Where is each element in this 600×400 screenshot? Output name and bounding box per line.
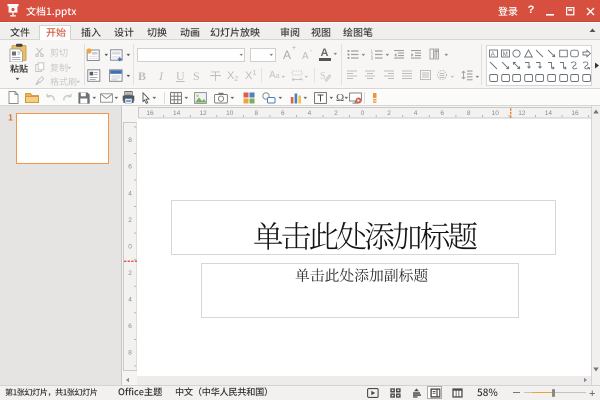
svg-text:0: 0	[361, 110, 365, 117]
svg-text:8: 8	[128, 350, 132, 357]
svg-text:10: 10	[492, 110, 500, 117]
svg-text:8: 8	[467, 110, 471, 117]
svg-text:4: 4	[308, 110, 312, 117]
svg-text:0: 0	[128, 243, 132, 250]
svg-text:14: 14	[545, 110, 553, 117]
svg-text:12: 12	[199, 110, 207, 117]
svg-text:6: 6	[281, 110, 285, 117]
svg-text:8: 8	[254, 110, 258, 117]
svg-text:8: 8	[128, 137, 132, 144]
svg-text:16: 16	[146, 110, 154, 117]
svg-text:2: 2	[334, 110, 338, 117]
svg-text:2: 2	[128, 217, 132, 224]
svg-text:2: 2	[387, 110, 391, 117]
svg-text:4: 4	[128, 297, 132, 304]
svg-text:A: A	[491, 52, 495, 58]
svg-text:12: 12	[518, 110, 526, 117]
svg-text:14: 14	[173, 110, 181, 117]
svg-text:3: 3	[371, 56, 374, 60]
svg-text:M: M	[502, 52, 507, 58]
svg-text:6: 6	[128, 164, 132, 171]
svg-text:4: 4	[414, 110, 418, 117]
svg-text:16: 16	[571, 110, 579, 117]
svg-text:S: S	[320, 71, 326, 82]
svg-text:4: 4	[128, 190, 132, 197]
svg-text:2: 2	[128, 270, 132, 277]
svg-text:6: 6	[128, 323, 132, 330]
svg-text:6: 6	[440, 110, 444, 117]
svg-text:10: 10	[226, 110, 234, 117]
